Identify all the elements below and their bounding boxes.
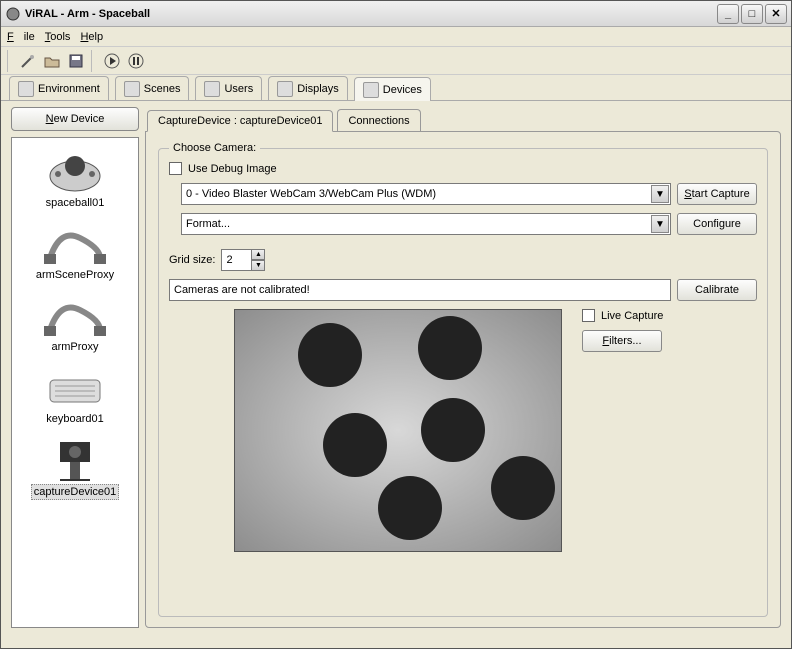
spin-down-icon[interactable]: ▼ [251,260,265,271]
device-icon [363,82,379,98]
device-label: captureDevice01 [31,484,120,500]
device-label: keyboard01 [44,412,106,426]
app-icon [5,6,21,22]
menu-file[interactable]: File [7,31,35,43]
wand-icon[interactable] [17,50,39,72]
tab-devices[interactable]: Devices [354,77,431,101]
tab-connections[interactable]: Connections [337,109,420,131]
dropdown-arrow-icon: ▼ [651,215,669,233]
tab-capture-device[interactable]: CaptureDevice : captureDevice01 [147,110,333,132]
menu-help[interactable]: Help [80,31,103,43]
device-sidebar: New Device spaceball01 armSceneProxy arm… [11,107,139,628]
tab-displays[interactable]: Displays [268,76,348,100]
device-label: armSceneProxy [34,268,116,282]
new-device-button[interactable]: New Device [11,107,139,131]
grid-size-spinner[interactable]: ▲▼ [221,249,265,271]
display-icon [277,81,293,97]
grid-size-input[interactable] [221,249,251,271]
start-capture-button[interactable]: Start Capture [677,183,757,205]
users-icon [204,81,220,97]
list-item[interactable]: armSceneProxy [12,214,138,286]
detail-tabs: CaptureDevice : captureDevice01 Connecti… [145,107,781,131]
play-icon[interactable] [101,50,123,72]
minimize-button[interactable]: _ [717,4,739,24]
filters-button[interactable]: Filters... [582,330,662,352]
live-capture-label: Live Capture [601,310,663,322]
window-title: ViRAL - Arm - Spaceball [25,8,717,20]
scene-icon [124,81,140,97]
format-select[interactable]: Format... ▼ [181,213,671,235]
camera-select[interactable]: 0 - Video Blaster WebCam 3/WebCam Plus (… [181,183,671,205]
live-capture-checkbox[interactable] [582,309,595,322]
app-window: ViRAL - Arm - Spaceball _ □ ✕ File Tools… [0,0,792,649]
dropdown-arrow-icon: ▼ [651,185,669,203]
device-detail: CaptureDevice : captureDevice01 Connecti… [145,107,781,628]
device-label: spaceball01 [44,196,107,210]
device-label: armProxy [49,340,100,354]
use-debug-image-label: Use Debug Image [188,163,277,175]
camera-preview [234,309,562,552]
close-button[interactable]: ✕ [765,4,787,24]
toolbar [1,47,791,75]
pause-icon[interactable] [125,50,147,72]
grid-size-label: Grid size: [169,254,215,266]
spin-up-icon[interactable]: ▲ [251,249,265,260]
tab-users[interactable]: Users [195,76,262,100]
device-list[interactable]: spaceball01 armSceneProxy armProxy keybo… [11,137,139,628]
globe-icon [18,81,34,97]
configure-button[interactable]: Configure [677,213,757,235]
list-item[interactable]: captureDevice01 [12,430,138,504]
tab-scenes[interactable]: Scenes [115,76,190,100]
capture-device-panel: Choose Camera: Use Debug Image 0 - Video… [145,131,781,628]
use-debug-image-checkbox[interactable] [169,162,182,175]
choose-camera-group: Choose Camera: Use Debug Image 0 - Video… [158,142,768,617]
menubar: File Tools Help [1,27,791,47]
group-legend: Choose Camera: [169,142,260,154]
list-item[interactable]: armProxy [12,286,138,358]
calibrate-button[interactable]: Calibrate [677,279,757,301]
tab-environment[interactable]: Environment [9,76,109,100]
save-icon[interactable] [65,50,87,72]
main-tabs: Environment Scenes Users Displays Device… [1,75,791,101]
list-item[interactable]: keyboard01 [12,358,138,430]
folder-open-icon[interactable] [41,50,63,72]
titlebar: ViRAL - Arm - Spaceball _ □ ✕ [1,1,791,27]
list-item[interactable]: spaceball01 [12,142,138,214]
menu-tools[interactable]: Tools [45,31,71,43]
calibration-status [169,279,671,301]
main-area: New Device spaceball01 armSceneProxy arm… [1,101,791,648]
maximize-button[interactable]: □ [741,4,763,24]
